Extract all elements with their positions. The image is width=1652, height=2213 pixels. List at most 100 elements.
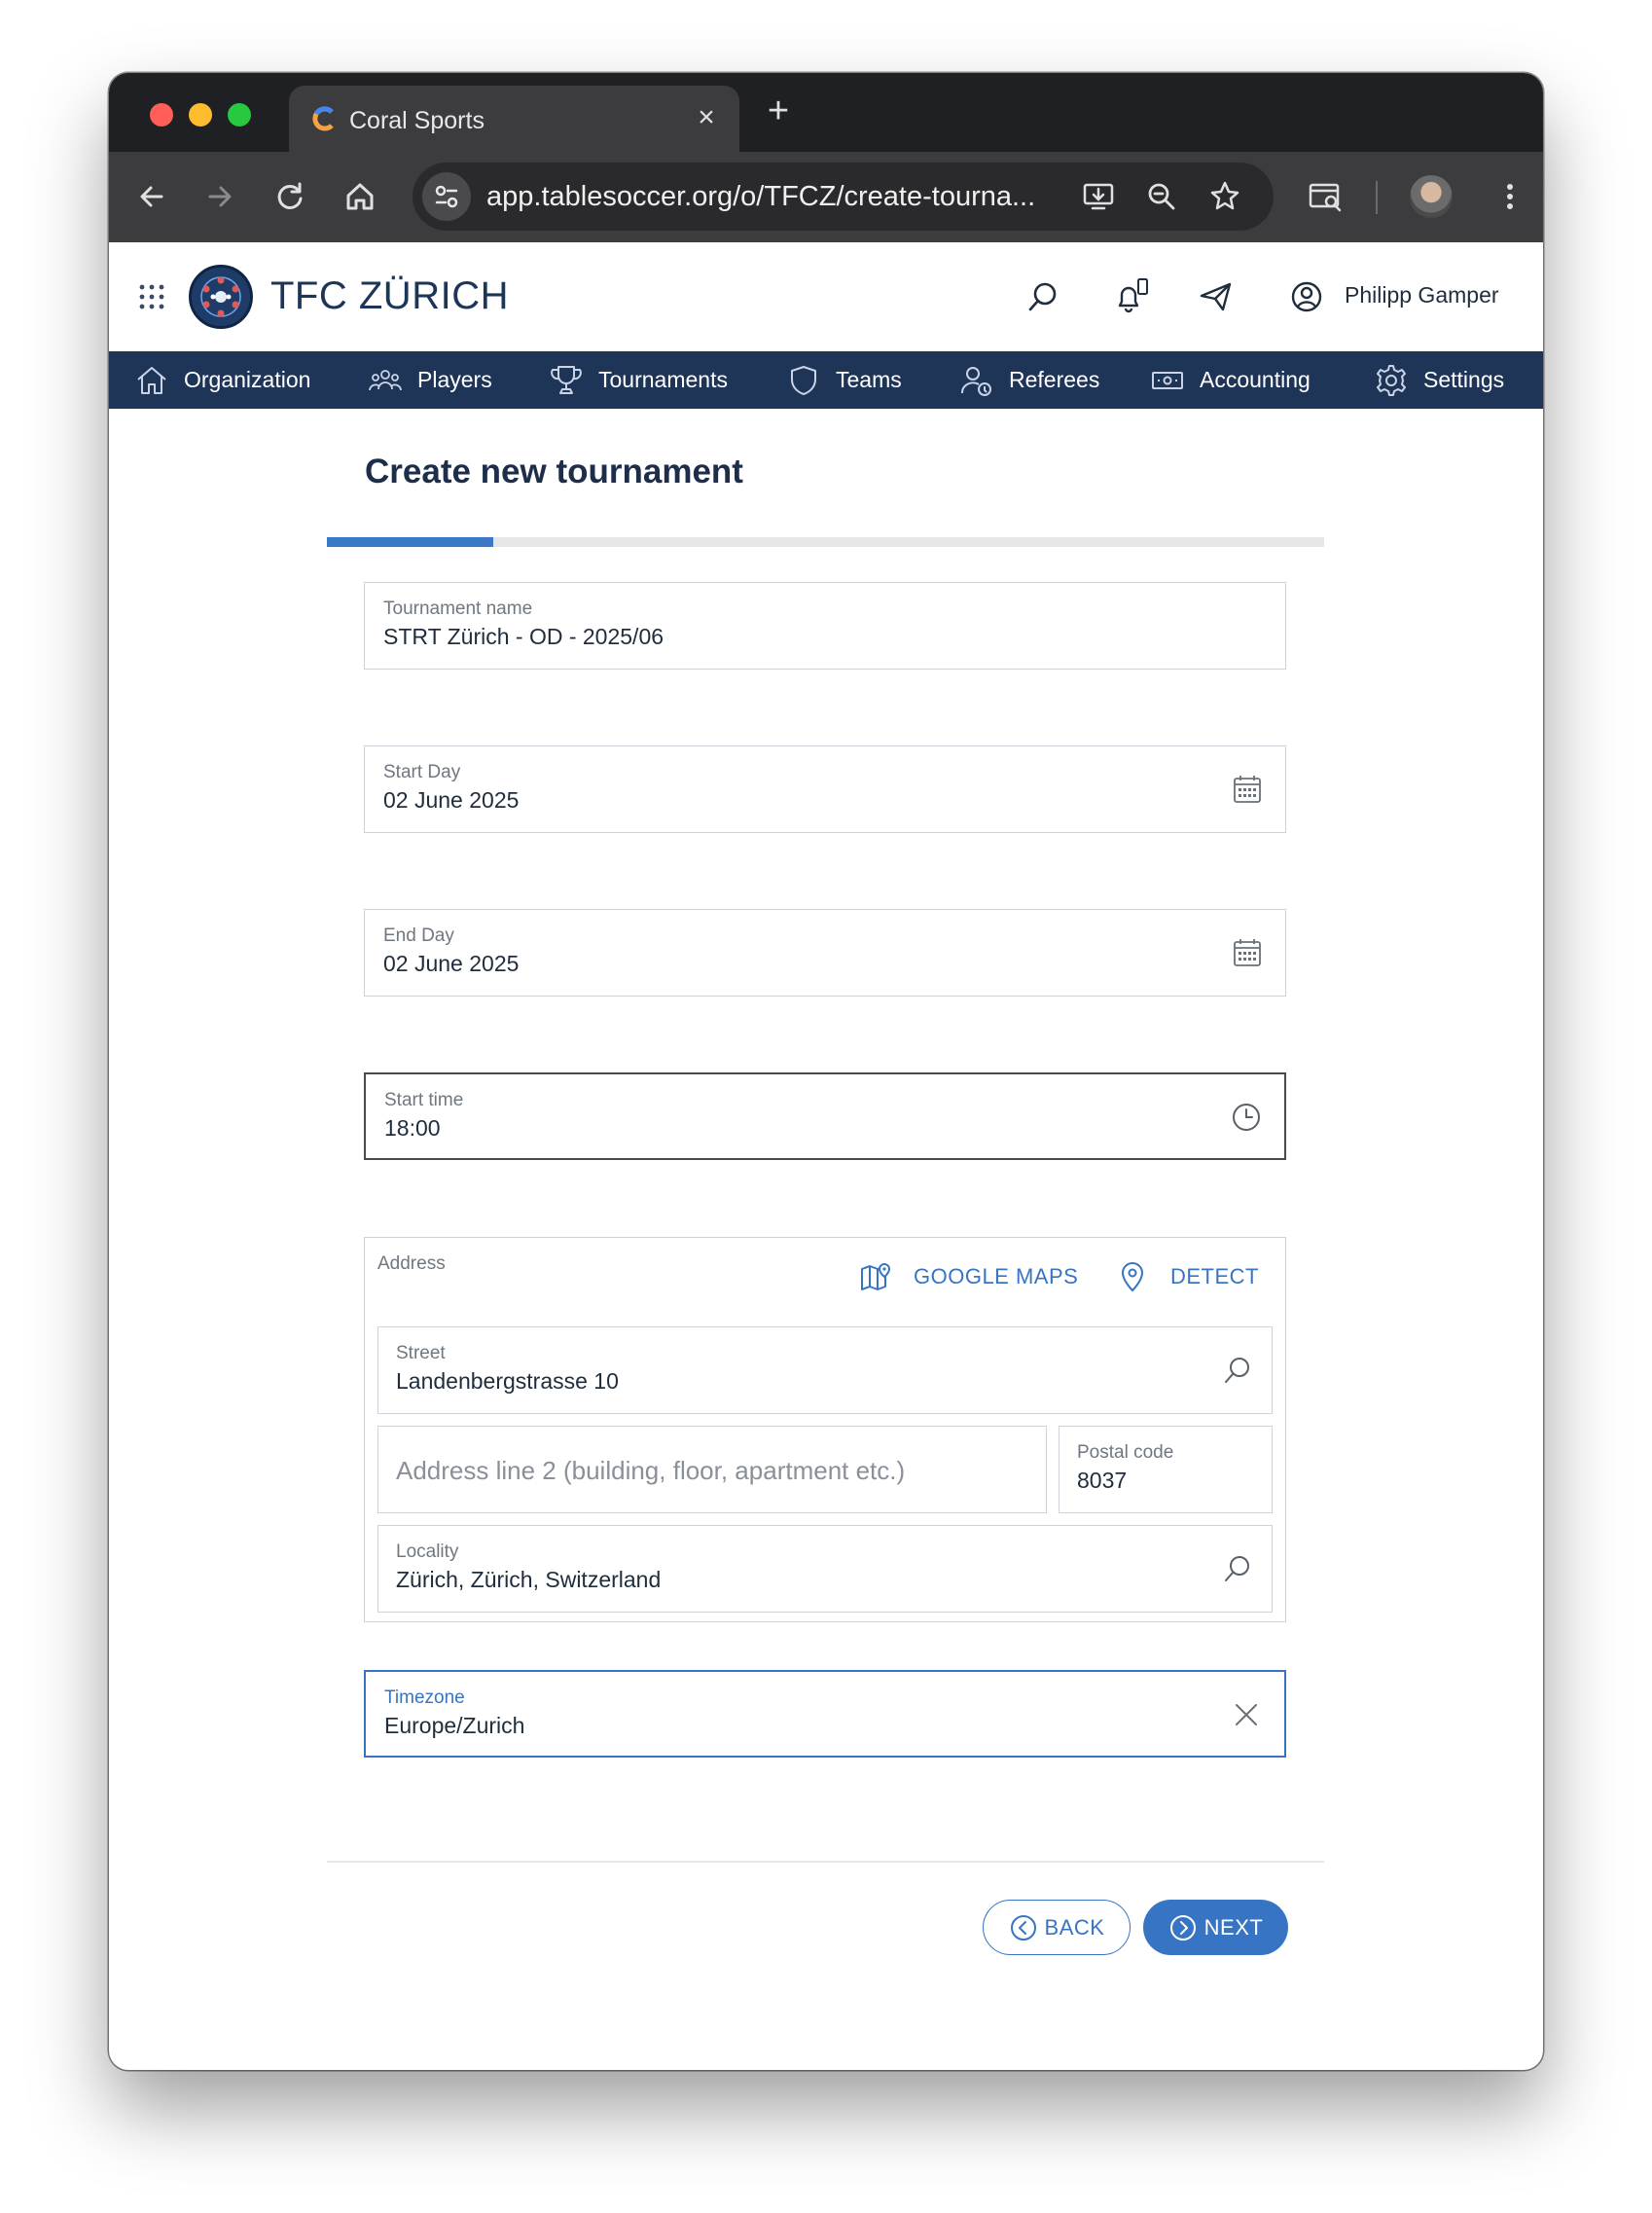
tournament-name-field[interactable]: Tournament name STRT Zürich - OD - 2025/… <box>364 582 1286 670</box>
search-icon[interactable] <box>1024 277 1062 316</box>
start-day-value[interactable]: 02 June 2025 <box>383 787 519 814</box>
postal-code-field[interactable]: Postal code 8037 <box>1059 1426 1273 1513</box>
tab-title: Coral Sports <box>349 107 485 134</box>
street-value[interactable]: Landenbergstrasse 10 <box>396 1368 619 1395</box>
timezone-field[interactable]: Timezone Europe/Zurich <box>364 1670 1286 1758</box>
wizard-progress-bar <box>327 537 1324 547</box>
end-day-value[interactable]: 02 June 2025 <box>383 951 519 977</box>
nav-item-teams[interactable]: Teams <box>786 351 902 409</box>
close-tab-icon[interactable]: × <box>691 103 722 134</box>
gear-icon <box>1377 364 1406 396</box>
user-account-icon[interactable] <box>1287 277 1326 316</box>
tab-search-icon[interactable] <box>1306 177 1345 216</box>
back-label: BACK <box>1044 1914 1105 1940</box>
location-pin-icon <box>1121 1261 1144 1292</box>
map-icon <box>861 1262 891 1290</box>
send-message-icon[interactable] <box>1197 277 1236 316</box>
locality-label: Locality <box>396 1542 459 1562</box>
shield-icon <box>791 365 816 395</box>
notifications-bell-icon[interactable] <box>1111 277 1150 316</box>
start-day-label: Start Day <box>383 762 461 782</box>
calendar-icon[interactable] <box>1231 773 1264 806</box>
clear-icon[interactable] <box>1230 1698 1263 1731</box>
street-label: Street <box>396 1343 446 1363</box>
browser-menu-icon[interactable] <box>1490 177 1529 216</box>
address-line2-field[interactable]: Address line 2 (building, floor, apartme… <box>377 1426 1047 1513</box>
apps-grid-icon[interactable] <box>138 283 165 310</box>
chevron-left-circle-icon <box>1010 1914 1036 1941</box>
bookmark-star-icon[interactable] <box>1205 177 1244 216</box>
end-day-field[interactable]: End Day 02 June 2025 <box>364 909 1286 997</box>
home-icon <box>137 366 166 394</box>
home-browser-icon[interactable] <box>341 177 379 216</box>
postal-code-label: Postal code <box>1077 1442 1174 1463</box>
nav-label-referees: Referees <box>1009 367 1100 392</box>
detect-label: DETECT <box>1170 1264 1259 1288</box>
address-bar[interactable]: app.tablesoccer.org/o/TFCZ/create-tourna… <box>413 163 1274 231</box>
zoom-icon[interactable] <box>1142 177 1181 216</box>
minimize-window-button[interactable] <box>189 103 212 127</box>
browser-titlebar: Coral Sports × + <box>109 73 1543 152</box>
nav-label-accounting: Accounting <box>1200 367 1311 392</box>
browser-toolbar: app.tablesoccer.org/o/TFCZ/create-tourna… <box>109 152 1543 242</box>
maximize-window-button[interactable] <box>228 103 251 127</box>
nav-item-accounting[interactable]: Accounting <box>1150 351 1311 409</box>
org-name[interactable]: TFC ZÜRICH <box>270 274 509 318</box>
install-app-icon[interactable] <box>1079 177 1118 216</box>
nav-item-organization[interactable]: Organization <box>134 351 310 409</box>
coral-sports-favicon-icon <box>312 106 334 131</box>
search-icon[interactable] <box>1221 1552 1254 1585</box>
nav-label-organization: Organization <box>184 367 311 392</box>
start-time-value[interactable]: 18:00 <box>384 1115 441 1142</box>
new-tab-icon[interactable]: + <box>761 92 796 129</box>
next-label: NEXT <box>1203 1914 1264 1940</box>
trophy-icon <box>551 365 582 394</box>
back-button[interactable]: BACK <box>983 1900 1131 1955</box>
next-button[interactable]: NEXT <box>1143 1900 1288 1955</box>
referee-icon <box>961 366 991 396</box>
close-window-button[interactable] <box>150 103 173 127</box>
url-text: app.tablesoccer.org/o/TFCZ/create-tourna… <box>486 181 1036 212</box>
google-maps-button[interactable]: GOOGLE MAPS <box>859 1257 1078 1296</box>
players-icon <box>369 369 402 390</box>
locality-field[interactable]: Locality Zürich, Zürich, Switzerland <box>377 1525 1273 1613</box>
street-field[interactable]: Street Landenbergstrasse 10 <box>377 1326 1273 1414</box>
page-title: Create new tournament <box>365 453 743 490</box>
tournament-name-value[interactable]: STRT Zürich - OD - 2025/06 <box>383 624 664 650</box>
address-line2-placeholder[interactable]: Address line 2 (building, floor, apartme… <box>396 1456 905 1486</box>
start-time-label: Start time <box>384 1090 464 1110</box>
reload-icon[interactable] <box>270 177 309 216</box>
locality-value[interactable]: Zürich, Zürich, Switzerland <box>396 1567 661 1593</box>
tournament-name-label: Tournament name <box>383 599 533 619</box>
back-arrow-icon[interactable] <box>132 177 171 216</box>
timezone-value[interactable]: Europe/Zurich <box>384 1713 524 1739</box>
google-maps-label: GOOGLE MAPS <box>914 1264 1079 1288</box>
postal-code-value[interactable]: 8037 <box>1077 1468 1127 1494</box>
nav-label-teams: Teams <box>836 367 902 392</box>
browser-profile-avatar[interactable] <box>1410 175 1453 218</box>
nav-label-settings: Settings <box>1423 367 1505 392</box>
nav-item-players[interactable]: Players <box>368 351 492 409</box>
user-name[interactable]: Philipp Gamper <box>1345 282 1499 308</box>
nav-item-referees[interactable]: Referees <box>959 351 1099 409</box>
address-group: Address GOOGLE MAPS DETECT Street Landen… <box>364 1237 1286 1622</box>
detect-location-button[interactable]: DETECT <box>1116 1257 1259 1296</box>
org-logo[interactable] <box>189 265 253 329</box>
clock-icon[interactable] <box>1230 1101 1263 1134</box>
site-settings-icon[interactable] <box>422 172 471 221</box>
forward-arrow-icon[interactable] <box>200 177 239 216</box>
search-icon[interactable] <box>1221 1354 1254 1387</box>
nav-item-tournaments[interactable]: Tournaments <box>549 351 728 409</box>
browser-tab[interactable]: Coral Sports × <box>289 86 739 152</box>
end-day-label: End Day <box>383 925 454 946</box>
address-label: Address <box>377 1253 446 1274</box>
start-time-field[interactable]: Start time 18:00 <box>364 1072 1286 1160</box>
chevron-right-circle-icon <box>1169 1914 1196 1941</box>
browser-window: Coral Sports × + app.tablesoccer.org/o/T… <box>109 73 1543 2070</box>
timezone-label: Timezone <box>384 1687 465 1708</box>
toolbar-divider <box>1376 181 1378 214</box>
calendar-icon[interactable] <box>1231 936 1264 969</box>
start-day-field[interactable]: Start Day 02 June 2025 <box>364 745 1286 833</box>
nav-item-settings[interactable]: Settings <box>1374 351 1504 409</box>
nav-label-tournaments: Tournaments <box>598 367 728 392</box>
